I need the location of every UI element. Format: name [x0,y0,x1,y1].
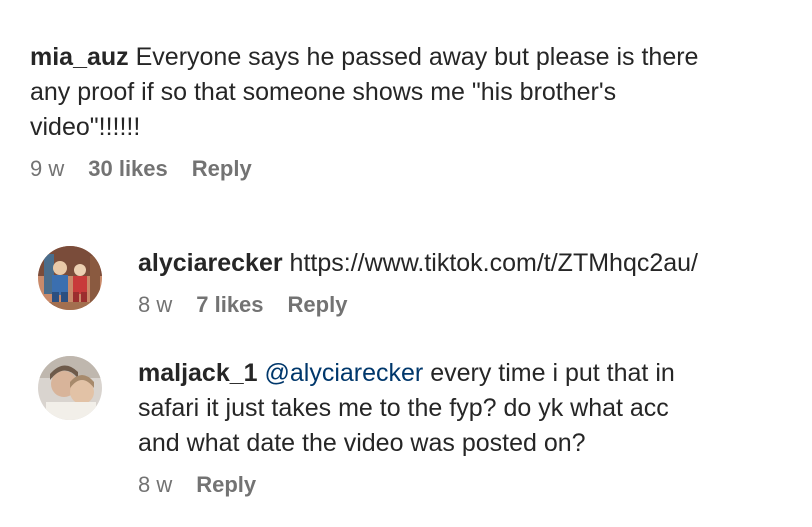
comment-text: alyciarecker https://www.tiktok.com/t/ZT… [138,246,808,281]
avatar-photo-icon [38,246,102,310]
comment-username[interactable]: alyciarecker [138,249,283,277]
comment-time[interactable]: 8 w [138,292,172,318]
comment-username[interactable]: mia_auz [30,43,129,71]
comment-text: mia_auz Everyone says he passed away but… [30,40,800,145]
comment-alyciarecker: alyciarecker https://www.tiktok.com/t/ZT… [38,246,808,318]
comment-mia-auz: mia_auz Everyone says he passed away but… [30,40,800,182]
comment-text: maljack_1 @alyciarecker every time i put… [138,356,808,461]
reply-button[interactable]: Reply [196,472,256,498]
comment-likes[interactable]: 30 likes [88,156,168,182]
avatar-photo-icon [38,356,102,420]
comment-username[interactable]: maljack_1 [138,359,258,387]
comment-time[interactable]: 8 w [138,472,172,498]
comment-body-line-3: video"!!!!!! [30,113,141,141]
comment-body-line-3: and what date the video was posted on? [138,429,586,457]
comment-meta: 8 w Reply [138,472,808,498]
comment-body-line-1: every time i put that in [430,359,675,387]
comment-body-line-2: safari it just takes me to the fyp? do y… [138,394,669,422]
comment-body: alyciarecker https://www.tiktok.com/t/ZT… [138,246,808,318]
comment-body: maljack_1 @alyciarecker every time i put… [138,356,808,498]
comment-likes[interactable]: 7 likes [196,292,263,318]
comment-body-line-1: Everyone says he passed away but please … [135,43,699,71]
mention-link[interactable]: @alyciarecker [265,359,424,387]
avatar[interactable] [38,356,102,420]
comment-body-line-2: any proof if so that someone shows me "h… [30,78,617,106]
reply-button[interactable]: Reply [288,292,348,318]
comment-maljack-1: maljack_1 @alyciarecker every time i put… [38,356,808,498]
avatar[interactable] [38,246,102,310]
comment-meta: 9 w 30 likes Reply [30,156,800,182]
reply-button[interactable]: Reply [192,156,252,182]
comment-time[interactable]: 9 w [30,156,64,182]
comment-link[interactable]: https://www.tiktok.com/t/ZTMhqc2au/ [290,249,698,277]
comment-meta: 8 w 7 likes Reply [138,292,808,318]
